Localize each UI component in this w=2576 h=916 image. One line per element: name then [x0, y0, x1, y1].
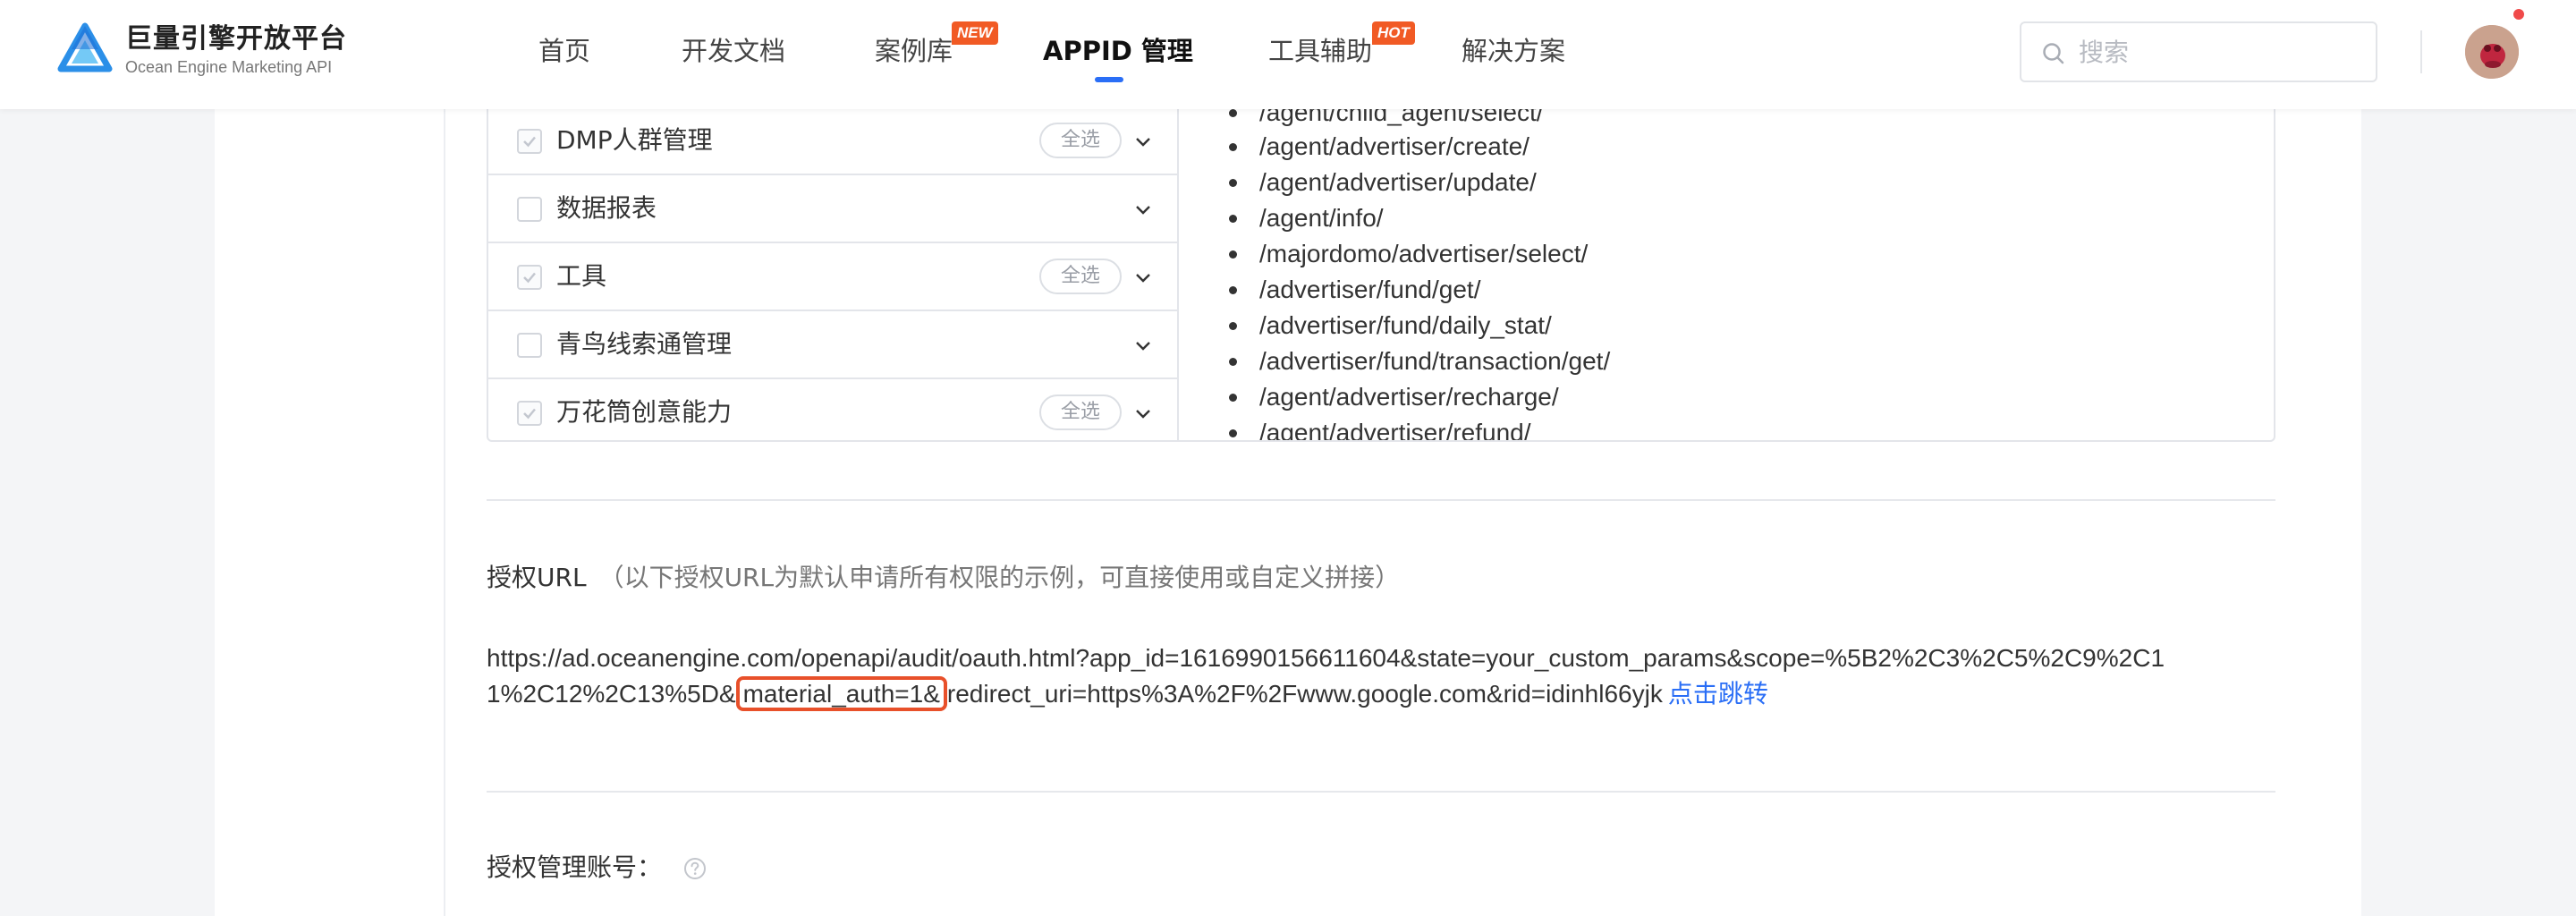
- permission-checkbox[interactable]: [517, 129, 542, 154]
- api-endpoint: /advertiser/fund/daily_stat/: [1259, 311, 1552, 339]
- api-endpoint: /agent/advertiser/refund/: [1259, 419, 1531, 440]
- permission-checkbox[interactable]: [517, 333, 542, 358]
- auth-url-line-2[interactable]: 1%2C12%2C13%5D& material_auth=1& redirect_…: [487, 676, 1768, 712]
- auth-url-note: （以下授权URL为默认申请所有权限的示例，可直接使用或自定义拼接）: [598, 563, 1401, 592]
- select-all-button[interactable]: 全选: [1039, 394, 1122, 430]
- active-nav-indicator: [1095, 77, 1123, 82]
- permission-row-dmp[interactable]: DMP人群管理 全选: [488, 109, 1177, 175]
- section-divider: [487, 791, 2275, 793]
- help-icon[interactable]: [683, 857, 707, 880]
- chevron-down-icon[interactable]: [1132, 335, 1154, 356]
- avatar[interactable]: [2465, 25, 2519, 79]
- permission-checkbox[interactable]: [517, 401, 542, 426]
- nav-case-library[interactable]: 案例库: [875, 34, 953, 68]
- header-divider: [2420, 30, 2422, 73]
- logo[interactable]: 巨量引擎开放平台 Ocean Engine Marketing API: [57, 20, 347, 81]
- ocean-engine-logo-icon: [57, 22, 113, 72]
- logo-title: 巨量引擎开放平台: [125, 23, 347, 55]
- left-panel: [215, 109, 444, 916]
- new-badge: NEW: [952, 21, 998, 45]
- permission-table: DMP人群管理 全选 数据报表 工具 全选 青鸟线索通管理 万花筒创意能力 全选…: [487, 109, 2275, 442]
- permission-label: 数据报表: [556, 193, 657, 223]
- permission-row-qingniao[interactable]: 青鸟线索通管理: [488, 311, 1177, 379]
- section-divider: [487, 499, 2275, 501]
- chevron-down-icon[interactable]: [1132, 131, 1154, 152]
- chevron-down-icon[interactable]: [1132, 267, 1154, 288]
- list-bullet: [1229, 286, 1237, 294]
- list-bullet: [1229, 429, 1237, 437]
- auth-url-title: 授权URL: [487, 563, 587, 592]
- auth-url-heading: 授权URL （以下授权URL为默认申请所有权限的示例，可直接使用或自定义拼接）: [487, 562, 1400, 594]
- chevron-down-icon[interactable]: [1132, 199, 1154, 220]
- logo-subtitle: Ocean Engine Marketing API: [125, 58, 333, 76]
- auth-url-line-1[interactable]: https://ad.oceanengine.com/openapi/audit…: [487, 640, 2165, 676]
- permission-label: 青鸟线索通管理: [556, 329, 733, 359]
- avatar-image-icon: [2465, 25, 2519, 79]
- notification-dot: [2512, 7, 2526, 21]
- nav-solutions[interactable]: 解决方案: [1462, 34, 1565, 68]
- list-bullet: [1229, 215, 1237, 223]
- permission-checkbox[interactable]: [517, 265, 542, 290]
- permission-row-tools[interactable]: 工具 全选: [488, 243, 1177, 311]
- nav-tools[interactable]: 工具辅助: [1268, 34, 1372, 68]
- api-endpoint: /agent/advertiser/recharge/: [1259, 383, 1559, 411]
- permission-label: DMP人群管理: [556, 125, 713, 155]
- list-bullet: [1229, 322, 1237, 330]
- check-icon: [523, 272, 536, 284]
- api-endpoint-list: /agent/child_agent/select/ /agent/advert…: [1179, 109, 2274, 440]
- select-all-button[interactable]: 全选: [1039, 259, 1122, 294]
- auth-url-part: redirect_uri=https%3A%2F%2Fwww.google.co…: [946, 680, 1663, 708]
- auth-account-label: 授权管理账号：: [487, 852, 663, 882]
- chevron-down-icon[interactable]: [1132, 403, 1154, 424]
- hot-badge: HOT: [1372, 21, 1415, 45]
- check-icon: [523, 408, 536, 420]
- search-icon: [2043, 43, 2064, 64]
- search-input[interactable]: 搜索: [2020, 21, 2377, 82]
- list-bullet: [1229, 109, 1237, 117]
- logo-text: 巨量引擎开放平台 Ocean Engine Marketing API: [125, 22, 347, 78]
- list-bullet: [1229, 179, 1237, 187]
- check-icon: [523, 136, 536, 148]
- api-endpoint: /agent/child_agent/select/: [1259, 109, 1544, 126]
- list-bullet: [1229, 250, 1237, 259]
- permission-checkbox[interactable]: [517, 197, 542, 222]
- api-endpoint: /advertiser/fund/get/: [1259, 276, 1481, 303]
- api-endpoint: /advertiser/fund/transaction/get/: [1259, 347, 1611, 375]
- api-endpoint: /majordomo/advertiser/select/: [1259, 240, 1589, 267]
- permission-row-kaleidoscope[interactable]: 万花筒创意能力 全选: [488, 379, 1177, 440]
- api-endpoint: /agent/advertiser/create/: [1259, 132, 1530, 160]
- select-all-button[interactable]: 全选: [1039, 123, 1122, 158]
- permission-label: 工具: [556, 261, 607, 291]
- api-endpoint: /agent/info/: [1259, 204, 1384, 232]
- jump-link[interactable]: 点击跳转: [1668, 679, 1768, 708]
- permission-row-data-report[interactable]: 数据报表: [488, 175, 1177, 243]
- list-bullet: [1229, 143, 1237, 151]
- api-endpoint: /agent/advertiser/update/: [1259, 168, 1537, 196]
- list-bullet: [1229, 358, 1237, 366]
- top-navbar: 巨量引擎开放平台 Ocean Engine Marketing API 首页 开…: [0, 0, 2576, 109]
- auth-url-part: 1%2C12%2C13%5D&: [487, 680, 736, 708]
- nav-dev-docs[interactable]: 开发文档: [682, 34, 785, 68]
- highlighted-param: material_auth=1&: [735, 676, 947, 711]
- nav-appid-management[interactable]: APPID 管理: [1043, 34, 1193, 68]
- permission-category-list: DMP人群管理 全选 数据报表 工具 全选 青鸟线索通管理 万花筒创意能力 全选: [488, 109, 1179, 440]
- nav-home[interactable]: 首页: [538, 34, 590, 68]
- permission-label: 万花筒创意能力: [556, 397, 733, 427]
- search-placeholder: 搜索: [2079, 38, 2130, 67]
- list-bullet: [1229, 394, 1237, 402]
